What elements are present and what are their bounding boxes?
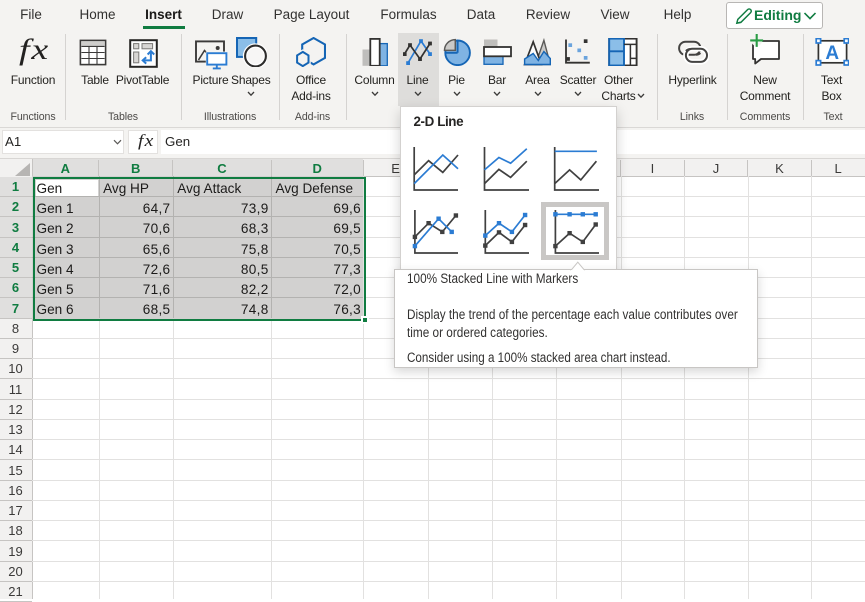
svg-text:A: A <box>825 43 839 64</box>
